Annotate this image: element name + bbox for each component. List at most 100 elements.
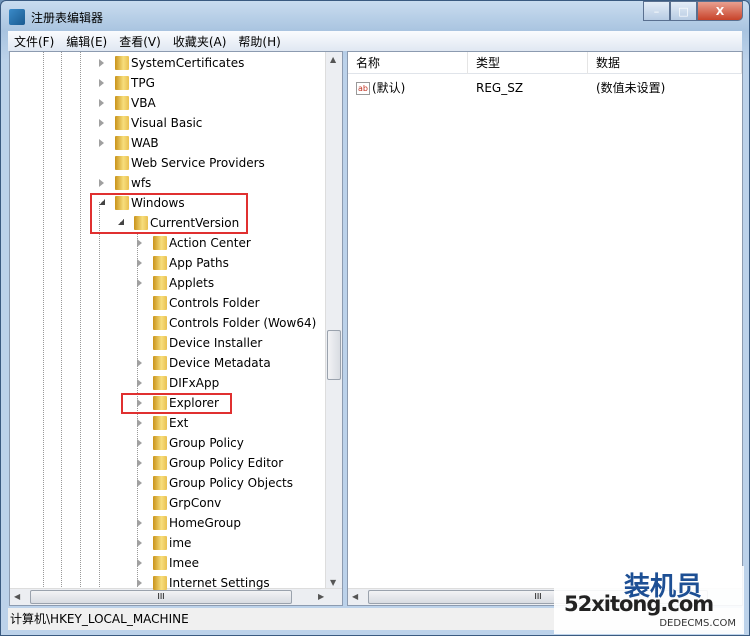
tree-vertical-scrollbar[interactable]: ▲ ▼ — [325, 52, 342, 590]
menu-bar: 文件(F) 编辑(E) 查看(V) 收藏夹(A) 帮助(H) — [8, 31, 742, 51]
tree-item-label: Web Service Providers — [131, 156, 265, 170]
tree-item-label: App Paths — [169, 256, 229, 270]
scroll-down-arrow[interactable]: ▼ — [330, 578, 336, 587]
tree-item-label: wfs — [131, 176, 152, 190]
tree-item-label: Group Policy — [169, 436, 244, 450]
folder-icon — [115, 156, 129, 170]
collapsed-arrow-icon[interactable] — [137, 239, 142, 247]
tree-item-label: ime — [169, 536, 192, 550]
folder-icon — [153, 436, 167, 450]
watermark-sub: DEDECMS.COM — [659, 618, 736, 629]
tree-item[interactable]: Ext — [10, 413, 325, 433]
tree-item[interactable]: Group Policy Editor — [10, 453, 325, 473]
tree-item-label: VBA — [131, 96, 156, 110]
collapsed-arrow-icon[interactable] — [99, 119, 104, 127]
tree-item[interactable]: Group Policy Objects — [10, 473, 325, 493]
tree-item[interactable]: GrpConv — [10, 493, 325, 513]
collapsed-arrow-icon[interactable] — [137, 459, 142, 467]
window-title: 注册表编辑器 — [31, 10, 104, 25]
menu-help[interactable]: 帮助(H) — [232, 33, 286, 50]
value-data: (数值未设置) — [596, 81, 666, 95]
tree-item-label: Group Policy Objects — [169, 476, 294, 490]
column-type[interactable]: 类型 — [468, 52, 588, 74]
scroll-left-arrow[interactable]: ◀ — [14, 592, 20, 601]
folder-icon — [115, 56, 129, 70]
scroll-up-arrow[interactable]: ▲ — [330, 55, 336, 64]
folder-icon — [153, 536, 167, 550]
registry-editor-window: 注册表编辑器 – □ X 文件(F) 编辑(E) 查看(V) 收藏夹(A) 帮助… — [0, 0, 750, 636]
scroll-left-arrow[interactable]: ◀ — [352, 592, 358, 601]
tree-item[interactable]: App Paths — [10, 253, 325, 273]
tree-item[interactable]: Controls Folder (Wow64) — [10, 313, 325, 333]
folder-icon — [153, 236, 167, 250]
tree-item[interactable]: TPG — [10, 73, 325, 93]
folder-icon — [153, 416, 167, 430]
collapsed-arrow-icon[interactable] — [137, 439, 142, 447]
collapsed-arrow-icon[interactable] — [137, 479, 142, 487]
folder-icon — [153, 556, 167, 570]
collapsed-arrow-icon[interactable] — [99, 179, 104, 187]
collapsed-arrow-icon[interactable] — [137, 379, 142, 387]
regedit-icon — [9, 9, 25, 25]
tree-item[interactable]: Web Service Providers — [10, 153, 325, 173]
collapsed-arrow-icon[interactable] — [137, 539, 142, 547]
folder-icon — [115, 76, 129, 90]
minimize-button[interactable]: – — [643, 1, 670, 21]
tree-item[interactable]: VBA — [10, 93, 325, 113]
tree-item-label: Imee — [169, 556, 199, 570]
collapsed-arrow-icon[interactable] — [137, 519, 142, 527]
close-button[interactable]: X — [697, 1, 743, 21]
collapsed-arrow-icon[interactable] — [137, 579, 142, 587]
tree-item[interactable]: DIFxApp — [10, 373, 325, 393]
value-row[interactable]: ab (默认) REG_SZ (数值未设置) — [348, 78, 665, 98]
tree-item-label: Device Metadata — [169, 356, 271, 370]
collapsed-arrow-icon[interactable] — [137, 559, 142, 567]
folder-icon — [153, 476, 167, 490]
tree-item[interactable]: Controls Folder — [10, 293, 325, 313]
tree-item-label: Controls Folder (Wow64) — [169, 316, 317, 330]
folder-icon — [153, 336, 167, 350]
tree-item[interactable]: wfs — [10, 173, 325, 193]
highlight-box — [90, 193, 248, 234]
tree-item[interactable]: Group Policy — [10, 433, 325, 453]
column-data[interactable]: 数据 — [588, 52, 742, 74]
scroll-right-arrow[interactable]: ▶ — [318, 592, 324, 601]
tree-item[interactable]: Device Metadata — [10, 353, 325, 373]
folder-icon — [153, 256, 167, 270]
key-tree-pane: ▲ ▼ ◀ III ▶ SystemCertificates TPG VBA Visu… — [9, 51, 343, 606]
collapsed-arrow-icon[interactable] — [137, 279, 142, 287]
tree-item-label: SystemCertificates — [131, 56, 245, 70]
tree-item-label: Controls Folder — [169, 296, 260, 310]
collapsed-arrow-icon[interactable] — [99, 59, 104, 67]
tree-item[interactable]: Internet Settings — [10, 573, 325, 593]
title-bar: 注册表编辑器 — [9, 7, 103, 27]
tree-vscroll-thumb[interactable] — [327, 330, 341, 380]
collapsed-arrow-icon[interactable] — [99, 99, 104, 107]
collapsed-arrow-icon[interactable] — [99, 79, 104, 87]
folder-icon — [115, 96, 129, 110]
tree-item[interactable]: ime — [10, 533, 325, 553]
menu-view[interactable]: 查看(V) — [113, 33, 167, 50]
collapsed-arrow-icon[interactable] — [99, 139, 104, 147]
menu-edit[interactable]: 编辑(E) — [60, 33, 113, 50]
tree-item-label: WAB — [131, 136, 159, 150]
folder-icon — [115, 116, 129, 130]
tree-item[interactable]: HomeGroup — [10, 513, 325, 533]
collapsed-arrow-icon[interactable] — [137, 419, 142, 427]
tree-item[interactable]: Device Installer — [10, 333, 325, 353]
menu-file[interactable]: 文件(F) — [8, 33, 60, 50]
collapsed-arrow-icon[interactable] — [137, 259, 142, 267]
tree-item[interactable]: Visual Basic — [10, 113, 325, 133]
collapsed-arrow-icon[interactable] — [137, 359, 142, 367]
maximize-button[interactable]: □ — [670, 1, 697, 21]
tree-item[interactable]: Imee — [10, 553, 325, 573]
watermark-logo: 装机员 52xitong.com DEDECMS.COM — [554, 566, 744, 634]
tree-item-label: DIFxApp — [169, 376, 220, 390]
tree-item[interactable]: Action Center — [10, 233, 325, 253]
menu-favorites[interactable]: 收藏夹(A) — [167, 33, 233, 50]
tree-item[interactable]: WAB — [10, 133, 325, 153]
list-header: 名称 类型 数据 — [348, 52, 742, 74]
tree-item[interactable]: Applets — [10, 273, 325, 293]
column-name[interactable]: 名称 — [348, 52, 468, 74]
tree-item[interactable]: SystemCertificates — [10, 53, 325, 73]
